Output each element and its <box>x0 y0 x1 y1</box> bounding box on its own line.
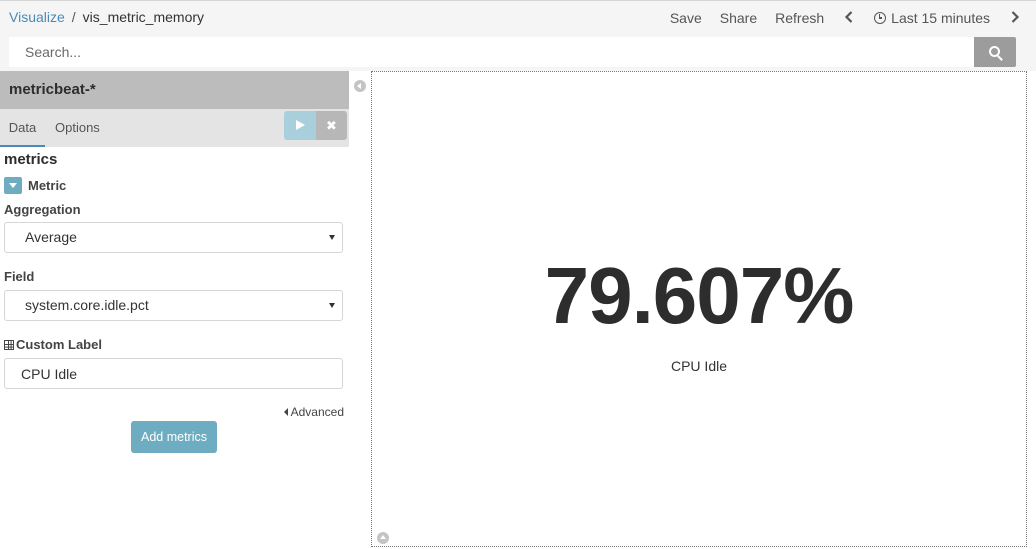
advanced-toggle[interactable]: Advanced <box>283 405 344 419</box>
share-button[interactable]: Share <box>720 10 757 26</box>
aggregation-select[interactable]: Average <box>4 222 343 253</box>
top-menu: Save Share Refresh Last 15 minutes <box>670 9 1022 26</box>
time-back-button[interactable] <box>842 9 856 26</box>
tab-options[interactable]: Options <box>55 109 100 146</box>
time-forward-button[interactable] <box>1008 9 1022 26</box>
spy-toggle-icon[interactable] <box>377 532 389 544</box>
chevron-left-icon <box>845 11 853 23</box>
field-label: Field <box>4 269 35 284</box>
time-range-label: Last 15 minutes <box>891 9 990 26</box>
custom-label-input[interactable] <box>4 358 343 389</box>
aggregation-value: Average <box>25 229 77 245</box>
field-select[interactable]: system.core.idle.pct <box>4 290 343 321</box>
field-value: system.core.idle.pct <box>25 297 149 313</box>
play-icon <box>296 120 305 130</box>
query-bar <box>0 35 1036 71</box>
refresh-button[interactable]: Refresh <box>775 10 824 26</box>
discard-changes-button[interactable]: ✖ <box>316 111 347 140</box>
visualization-panel: 79.607% CPU Idle <box>371 71 1027 547</box>
add-metrics-button[interactable]: Add metrics <box>131 421 217 453</box>
metric-label: CPU Idle <box>670 358 728 374</box>
table-icon <box>4 340 14 350</box>
dropdown-arrow-icon <box>329 235 335 240</box>
search-button[interactable] <box>974 37 1016 67</box>
advanced-label: Advanced <box>290 405 344 419</box>
breadcrumb-current: vis_metric_memory <box>82 9 205 25</box>
apply-changes-button[interactable] <box>284 111 316 140</box>
close-icon: ✖ <box>326 118 337 133</box>
custom-label-heading: Custom Label <box>4 337 102 352</box>
sidebar-tabs: Data Options ✖ <box>0 109 349 147</box>
clock-icon <box>874 11 887 24</box>
metrics-section-title: metrics <box>4 151 58 168</box>
collapse-sidebar-icon[interactable] <box>354 80 366 92</box>
time-picker-button[interactable]: Last 15 minutes <box>874 10 990 26</box>
save-button[interactable]: Save <box>670 10 702 26</box>
magnifier-icon <box>988 45 1000 57</box>
top-nav: Visualize / vis_metric_memory Save Share… <box>0 0 1036 35</box>
metric-value: 79.607% <box>544 251 855 340</box>
tab-data[interactable]: Data <box>0 109 45 147</box>
chevron-right-icon <box>1011 11 1020 23</box>
caret-left-icon <box>283 408 288 416</box>
search-input[interactable] <box>9 37 975 67</box>
breadcrumb-separator: / <box>71 9 76 25</box>
metric-collapse-toggle[interactable]: Metric <box>4 177 66 194</box>
caret-down-icon <box>4 177 22 194</box>
breadcrumb-visualize-link[interactable]: Visualize <box>9 9 65 25</box>
breadcrumb: Visualize / vis_metric_memory <box>9 9 204 25</box>
editor-sidebar: metricbeat-* Data Options ✖ metrics Metr… <box>0 71 349 549</box>
index-pattern-title: metricbeat-* <box>0 71 349 109</box>
aggregation-label: Aggregation <box>4 202 81 217</box>
metric-toggle-label: Metric <box>28 178 67 193</box>
dropdown-arrow-icon <box>329 303 335 308</box>
custom-label-text: Custom Label <box>16 337 102 352</box>
